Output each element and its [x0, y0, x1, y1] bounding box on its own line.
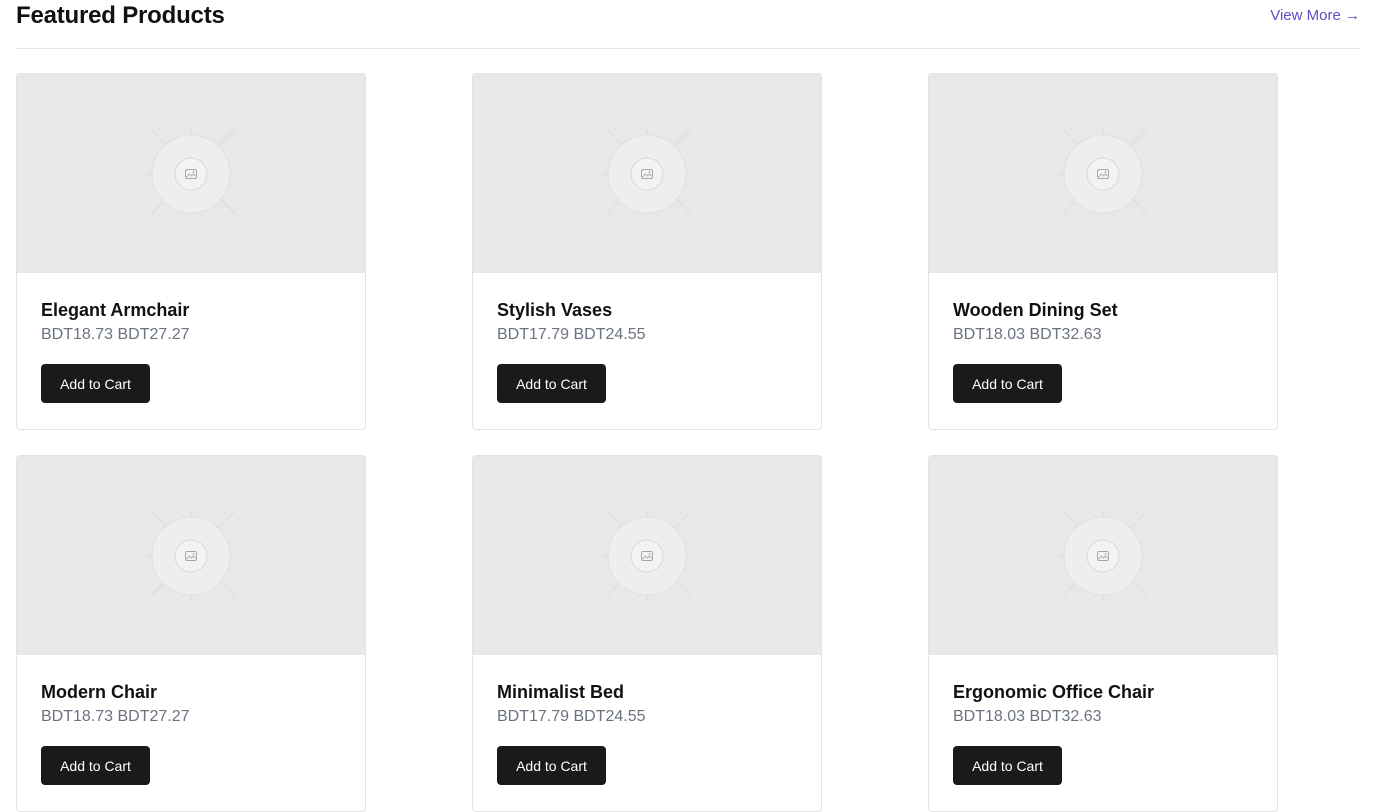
- product-info: Ergonomic Office Chair BDT18.03 BDT32.63…: [929, 655, 1277, 785]
- product-image: [473, 74, 821, 273]
- product-card: Stylish Vases BDT17.79 BDT24.55 Add to C…: [472, 73, 822, 430]
- product-info: Wooden Dining Set BDT18.03 BDT32.63 Add …: [929, 273, 1277, 403]
- product-grid: Elegant Armchair BDT18.73 BDT27.27 Add t…: [16, 73, 1278, 812]
- section-header: Featured Products View More →: [16, 0, 1360, 49]
- view-more-link[interactable]: View More →: [1270, 6, 1360, 26]
- product-name: Elegant Armchair: [41, 300, 190, 320]
- product-info: Stylish Vases BDT17.79 BDT24.55 Add to C…: [473, 273, 821, 403]
- product-name: Wooden Dining Set: [953, 300, 1118, 320]
- product-price: BDT18.73 BDT27.27: [41, 326, 190, 343]
- add-to-cart-button[interactable]: Add to Cart: [41, 746, 150, 785]
- add-to-cart-button[interactable]: Add to Cart: [497, 364, 606, 403]
- image-placeholder-icon: [147, 510, 236, 601]
- product-price: BDT18.03 BDT32.63: [953, 708, 1102, 725]
- image-placeholder-icon: [603, 510, 692, 601]
- product-price: BDT18.03 BDT32.63: [953, 326, 1102, 343]
- product-name: Ergonomic Office Chair: [953, 682, 1155, 702]
- product-info: Modern Chair BDT18.73 BDT27.27 Add to Ca…: [17, 655, 365, 785]
- image-placeholder-icon: [1059, 128, 1148, 219]
- product-card: Minimalist Bed BDT17.79 BDT24.55 Add to …: [472, 455, 822, 812]
- product-image: [473, 456, 821, 655]
- product-info: Minimalist Bed BDT17.79 BDT24.55 Add to …: [473, 655, 821, 785]
- product-price: BDT18.73 BDT27.27: [41, 708, 190, 725]
- product-info: Elegant Armchair BDT18.73 BDT27.27 Add t…: [17, 273, 365, 403]
- page-title: Featured Products: [16, 2, 225, 29]
- product-name: Minimalist Bed: [497, 682, 625, 702]
- product-name: Stylish Vases: [497, 300, 613, 320]
- product-image: [17, 456, 365, 655]
- product-name: Modern Chair: [41, 682, 158, 702]
- product-card: Wooden Dining Set BDT18.03 BDT32.63 Add …: [928, 73, 1278, 430]
- image-placeholder-icon: [603, 128, 692, 219]
- product-card: Elegant Armchair BDT18.73 BDT27.27 Add t…: [16, 73, 366, 430]
- product-card: Ergonomic Office Chair BDT18.03 BDT32.63…: [928, 455, 1278, 812]
- product-price: BDT17.79 BDT24.55: [497, 326, 646, 343]
- product-image: [929, 74, 1277, 273]
- product-card: Modern Chair BDT18.73 BDT27.27 Add to Ca…: [16, 455, 366, 812]
- image-placeholder-icon: [147, 128, 236, 219]
- add-to-cart-button[interactable]: Add to Cart: [41, 364, 150, 403]
- product-price: BDT17.79 BDT24.55: [497, 708, 646, 725]
- product-image: [929, 456, 1277, 655]
- product-image: [17, 74, 365, 273]
- add-to-cart-button[interactable]: Add to Cart: [953, 364, 1062, 403]
- add-to-cart-button[interactable]: Add to Cart: [953, 746, 1062, 785]
- add-to-cart-button[interactable]: Add to Cart: [497, 746, 606, 785]
- image-placeholder-icon: [1059, 510, 1148, 601]
